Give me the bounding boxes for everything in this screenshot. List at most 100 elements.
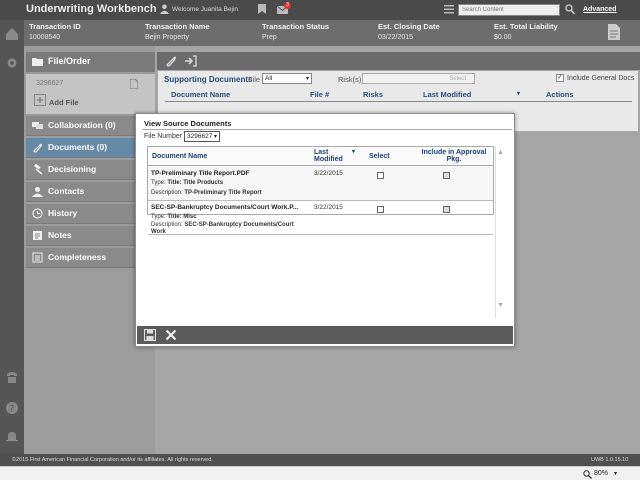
column-file-number[interactable]: File # [310,90,329,99]
collaboration-icon [32,122,43,129]
add-file-icon[interactable] [34,94,46,106]
home-icon[interactable] [5,27,19,41]
transaction-status-label: Transaction Status [262,22,330,31]
sort-caret-icon[interactable]: ▾ [352,148,355,167]
dialog-scrollbar[interactable]: ▲ ▼ [495,146,505,318]
transaction-info-bar: Transaction ID 10008540 Transaction Name B… [24,20,640,46]
copyright-text: ©2015 First American Financial Corporati… [12,457,213,463]
file-document-icon[interactable] [130,79,138,89]
nav-label: Contacts [48,186,85,196]
file-filter-label: File [248,75,261,84]
document-type-value: Title: Misc [167,214,197,220]
user-icon [160,4,169,14]
nav-label: History [48,208,78,218]
help-icon[interactable]: ? [5,401,19,415]
attach-icon[interactable] [165,55,177,67]
zoom-level[interactable]: 80% [594,470,608,477]
close-icon[interactable] [165,329,177,341]
welcome-text: Welcome Juanita Bejin [172,6,238,13]
add-file-button[interactable]: Add File [49,98,79,107]
select-checkbox[interactable] [377,172,384,179]
document-type: Type: Title: Misc [151,214,197,220]
sort-caret-icon[interactable]: ▾ [517,90,520,97]
select-checkbox[interactable] [377,206,384,213]
document-name[interactable]: TP-Preliminary Title Report.PDF [151,170,249,177]
document-last-modified: 3/22/2015 [314,170,343,177]
include-general-docs-checkbox[interactable]: ✓ [556,74,564,82]
list-icon[interactable] [444,5,454,14]
file-order-header[interactable]: File/Order [26,52,155,72]
closing-date: 03/22/2015 [378,34,414,41]
clock-icon [32,208,43,219]
document-description: Description: SEC-SP-Bankruptcy Documents… [151,222,301,236]
zoom-chevron-down-icon[interactable]: ▾ [614,470,617,477]
gear-icon[interactable] [5,56,19,70]
checklist-icon [32,252,43,263]
zoom-icon[interactable] [583,470,592,479]
column-include-approval-line1: Include in Approval [421,149,487,156]
document-type-value: Title: Title Products [167,180,224,186]
save-icon[interactable] [144,329,156,341]
column-last-modified-line1: Last [314,149,329,156]
documents-toolbar [157,52,640,70]
table-row[interactable]: SEC-SP-Bankruptcy Documents/Court Work.P… [148,201,493,235]
risks-filter-select[interactable]: Select [362,73,475,84]
document-type-label: Type: [151,180,166,186]
top-bar: Underwriting Workbench Welcome Juanita B… [0,0,640,20]
source-documents-table: Document Name Last Modified ▾ Select Inc… [147,146,494,235]
file-number[interactable]: 3296627 [36,80,63,87]
risks-filter-placeholder: Select [449,76,466,82]
scroll-down-icon[interactable]: ▼ [497,302,504,309]
document-name[interactable]: SEC-SP-Bankruptcy Documents/Court Work.P… [151,204,298,211]
column-last-modified-line2: Modified [314,156,343,163]
nav-label: Decisioning [48,164,97,174]
document-type: Type: Title: Title Products [151,180,223,186]
column-last-modified[interactable]: Last Modified [423,90,471,99]
bookmark-icon[interactable] [258,4,266,14]
transaction-id-label: Transaction ID [29,22,81,31]
column-last-modified[interactable]: Last Modified [314,149,343,168]
column-document-name[interactable]: Document Name [171,90,230,99]
advanced-link[interactable]: Advanced [583,6,616,13]
transaction-status: Prep [262,34,277,41]
file-filter-select[interactable]: All ▾ [262,73,312,84]
divider [142,129,512,130]
include-approval-checkbox[interactable] [443,206,450,213]
table-row[interactable]: TP-Preliminary Title Report.PDF Type: Ti… [148,167,493,201]
chevron-down-icon: ▾ [305,76,309,82]
risks-filter-label: Risk(s) [338,75,362,84]
mail-badge: 3 [284,2,291,9]
nav-label: Notes [48,230,72,240]
import-icon[interactable] [185,55,197,67]
notes-icon [33,231,42,240]
dialog-footer [137,326,513,344]
transaction-name-label: Transaction Name [145,22,210,31]
table-header-row: Document Name Last Modified ▾ Select Inc… [148,147,493,166]
contacts-icon [32,187,43,197]
include-approval-checkbox[interactable] [443,172,450,179]
supporting-documents-title: Supporting Documents [164,75,253,84]
file-block: 3296627 Add File [26,74,155,114]
file-number-select[interactable]: 3296627 ▾ [184,131,220,142]
footer: ©2015 First American Financial Corporati… [0,454,640,466]
version-text: UWB 1.0.15.10 [591,457,629,463]
column-include-approval-line2: Pkg. [446,156,462,163]
document-icon[interactable] [608,24,620,40]
documents-table-header: Document Name File # Risks Last Modified… [165,88,632,102]
liability: $0.00 [494,34,512,41]
bell-icon[interactable] [5,430,19,444]
search-input[interactable] [458,4,560,16]
left-icon-rail: ? [0,20,24,454]
transaction-name: Bejin Property [145,34,189,41]
document-description: Description: TP-Preliminary Title Report [151,190,301,196]
file-order-label: File/Order [48,56,91,66]
file-number-label: File Number [144,133,183,140]
app-title: Underwriting Workbench [26,3,157,15]
svg-text:?: ? [10,405,15,415]
search-icon[interactable] [565,4,575,15]
scroll-up-icon[interactable]: ▲ [497,149,504,156]
column-risks[interactable]: Risks [363,90,383,99]
column-include-approval: Include in Approval Pkg. [421,149,487,168]
phone-icon[interactable] [5,370,19,384]
nav-label: Collaboration (0) [48,120,116,130]
